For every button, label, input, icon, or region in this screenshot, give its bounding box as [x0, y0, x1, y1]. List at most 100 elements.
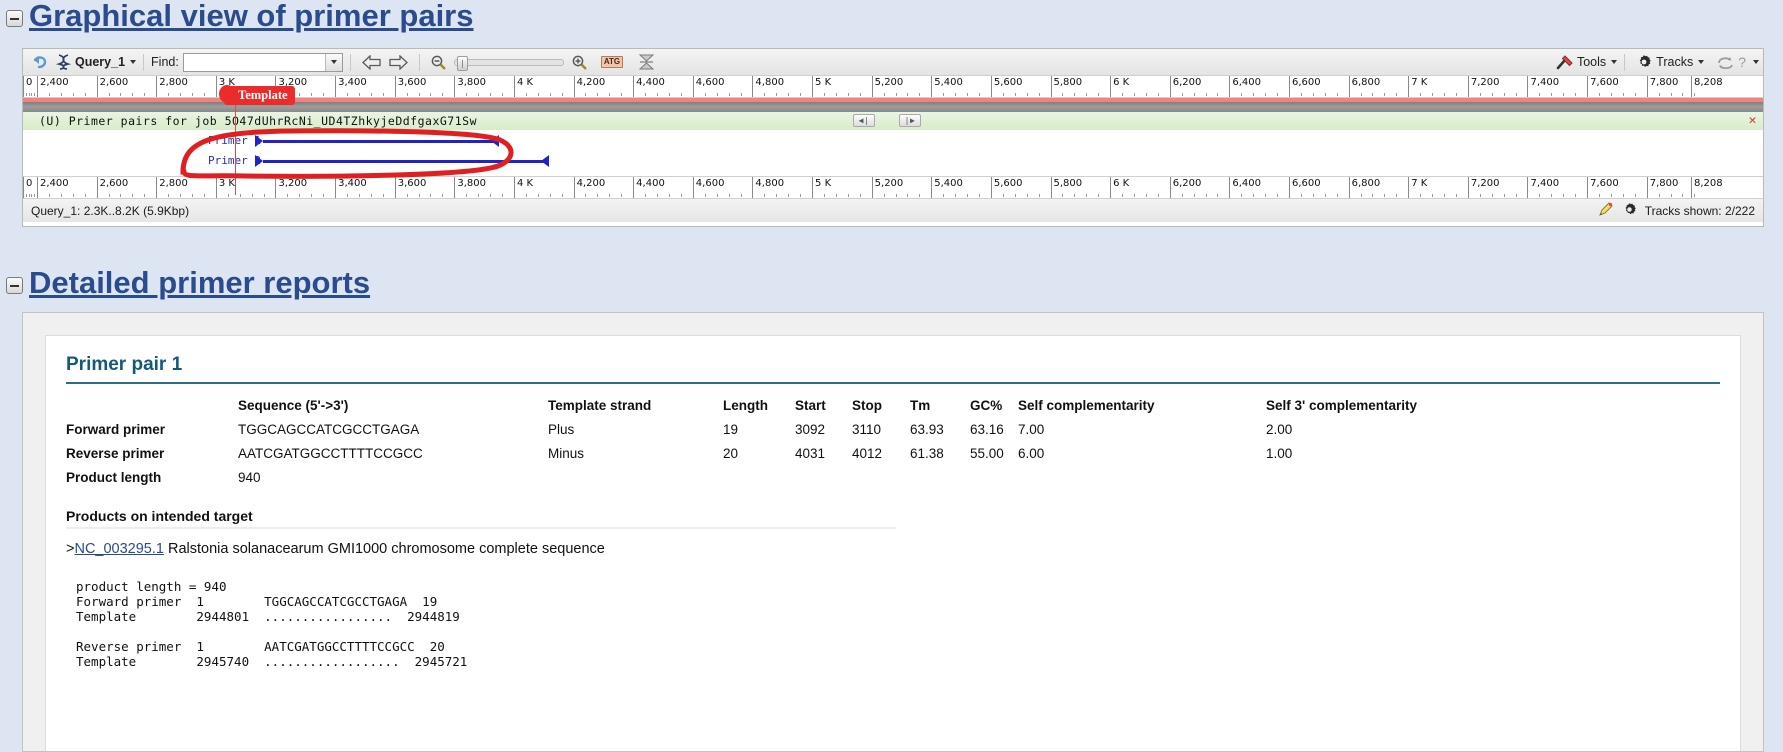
ruler-minor-tick: [800, 93, 801, 96]
ruler-tick-label: 2,400: [40, 178, 69, 189]
col-start: Start: [795, 394, 852, 420]
ruler-minor-tick: [538, 93, 539, 96]
ruler-minor-tick: [252, 194, 253, 197]
atg-label: ATG: [601, 56, 623, 68]
ruler-minor-tick: [180, 194, 181, 197]
close-icon[interactable]: ✕: [1749, 113, 1757, 128]
ruler-minor-tick: [1682, 194, 1683, 197]
ruler-minor-tick: [1575, 194, 1576, 197]
accession-link[interactable]: NC_003295.1: [74, 541, 164, 557]
ruler-minor-tick: [1182, 93, 1183, 96]
gear-icon[interactable]: [1632, 51, 1656, 73]
ruler-minor-tick: [1611, 93, 1612, 96]
ruler-minor-tick: [729, 93, 730, 96]
template-marker-flag[interactable]: Template: [224, 86, 295, 105]
step-right-icon[interactable]: |▶: [899, 114, 921, 127]
ruler-minor-tick: [34, 194, 35, 197]
chevron-down-icon[interactable]: [1698, 60, 1704, 64]
tools-label[interactable]: Tools: [1577, 55, 1606, 69]
ruler-tick-label: 5,200: [875, 178, 904, 189]
ruler-minor-tick: [597, 93, 598, 96]
ruler-tick-label: 6,200: [1173, 77, 1202, 88]
ruler-minor-tick: [407, 93, 408, 96]
ruler-tick-label: 3,400: [338, 178, 367, 189]
zoom-out-icon[interactable]: [427, 51, 450, 73]
ruler-minor-tick: [34, 93, 35, 96]
atg-icon[interactable]: ATG: [597, 51, 627, 73]
ruler-minor-tick: [896, 194, 897, 197]
ruler-minor-tick: [1420, 194, 1421, 197]
ruler-bottom[interactable]: 02,4002,6002,8003 K3,2003,4003,6003,8004…: [23, 176, 1763, 198]
feature-row-primer-1[interactable]: Primer 1: [23, 134, 1763, 149]
query-selector-label[interactable]: Query_1: [75, 55, 125, 69]
refresh-icon[interactable]: [1713, 51, 1738, 73]
ruler-minor-tick: [1635, 93, 1636, 96]
col-self-complementarity: Self complementarity: [1018, 394, 1266, 420]
ruler-minor-tick: [860, 194, 861, 197]
chevron-down-icon[interactable]: [1611, 60, 1617, 64]
ruler-minor-tick: [1671, 194, 1672, 197]
ruler-minor-tick: [907, 194, 908, 197]
ruler-minor-tick: [681, 93, 682, 96]
cell-start: 3092: [795, 420, 852, 444]
page-title-graphical[interactable]: Graphical view of primer pairs: [29, 0, 474, 34]
table-row: Product length 940: [66, 468, 1417, 492]
ruler-minor-tick: [526, 194, 527, 197]
ruler-minor-tick: [299, 93, 300, 96]
ruler-minor-tick: [1003, 194, 1004, 197]
ruler-minor-tick: [192, 194, 193, 197]
ruler-minor-tick: [144, 194, 145, 197]
accession-description: Ralstonia solanacearum GMI1000 chromosom…: [164, 541, 605, 557]
ruler-tick: [1408, 76, 1409, 98]
ruler-minor-tick: [1325, 93, 1326, 96]
ruler-minor-tick: [1122, 194, 1123, 197]
ruler-minor-tick: [729, 194, 730, 197]
help-icon[interactable]: ?: [1738, 54, 1746, 70]
collapse-toggle-detailed[interactable]: [6, 277, 23, 294]
collapse-tracks-icon[interactable]: [635, 51, 658, 73]
zoom-slider-handle[interactable]: [457, 56, 468, 71]
feature-arrow-left-icon: [541, 155, 549, 167]
ruler-tick: [454, 177, 455, 198]
ruler-minor-tick: [1361, 93, 1362, 96]
ruler-minor-tick: [800, 194, 801, 197]
ruler-tick: [574, 76, 575, 98]
ruler-tick: [931, 177, 932, 198]
col-tm: Tm: [910, 394, 970, 420]
ruler-minor-tick: [1599, 194, 1600, 197]
gear-icon[interactable]: [1622, 202, 1637, 220]
ruler-tick-label: 7,200: [1471, 178, 1500, 189]
page-title-detailed[interactable]: Detailed primer reports: [29, 265, 370, 301]
search-input[interactable]: [183, 53, 343, 72]
zoom-slider[interactable]: [454, 59, 564, 66]
ruler-tick: [156, 76, 157, 98]
ruler-tick-label: 7,400: [1530, 178, 1559, 189]
ruler-minor-tick: [1039, 93, 1040, 96]
chevron-down-icon[interactable]: [325, 54, 342, 71]
left-arrow-icon[interactable]: [358, 51, 385, 73]
right-arrow-icon[interactable]: [385, 51, 412, 73]
chevron-down-icon[interactable]: [1753, 60, 1759, 64]
chevron-down-icon[interactable]: [130, 60, 136, 64]
pencil-edit-icon[interactable]: [1598, 202, 1614, 220]
tools-hammer-icon[interactable]: [1552, 51, 1577, 73]
ruler-minor-tick: [407, 194, 408, 197]
ruler-minor-tick: [1027, 93, 1028, 96]
ruler-minor-tick: [1206, 194, 1207, 197]
ruler-minor-tick: [848, 194, 849, 197]
tracks-label[interactable]: Tracks: [1656, 55, 1693, 69]
step-left-icon[interactable]: ◀|: [853, 114, 875, 127]
detailed-reports-section-header: Detailed primer reports: [2, 265, 370, 301]
undo-arrow-icon[interactable]: [27, 51, 52, 73]
ruler-tick-label: 3,800: [457, 178, 486, 189]
ruler-minor-tick: [550, 194, 551, 197]
ruler-minor-tick: [1206, 93, 1207, 96]
collapse-toggle-graphical[interactable]: [6, 10, 23, 27]
ruler-tick: [216, 76, 217, 98]
dna-helix-icon[interactable]: [52, 51, 75, 73]
ruler-minor-tick: [645, 194, 646, 197]
zoom-in-icon[interactable]: [568, 51, 591, 73]
ruler-minor-tick: [776, 93, 777, 96]
feature-row-primer-2[interactable]: Primer 2: [23, 154, 1763, 169]
ruler-tick: [514, 76, 515, 98]
